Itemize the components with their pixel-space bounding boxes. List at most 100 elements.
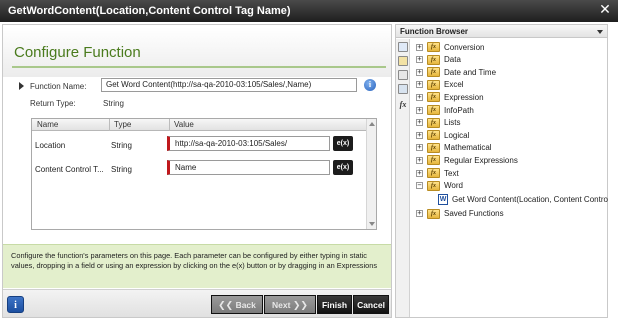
chevron-down-icon[interactable] xyxy=(597,30,603,34)
next-arrow-icon: ❯❯ xyxy=(292,301,308,311)
scroll-down-icon[interactable] xyxy=(369,222,375,226)
tree-item-saved-functions[interactable]: + fx Saved Functions xyxy=(416,208,504,220)
expander-icon[interactable]: + xyxy=(416,169,423,177)
column-header-value[interactable]: Value xyxy=(174,120,194,129)
expander-icon[interactable]: + xyxy=(416,56,423,64)
expander-icon[interactable]: + xyxy=(416,210,423,218)
function-category-icon: fx xyxy=(427,168,440,178)
word-icon: W xyxy=(438,193,448,205)
function-browser-toolbar: fx xyxy=(396,39,410,317)
param-value-location[interactable]: http://sa-qa-2010-03:105/Sales/ xyxy=(167,136,330,151)
return-type-label: Return Type: xyxy=(30,99,76,108)
tree-item-label: Regular Expressions xyxy=(444,155,518,165)
functions-icon[interactable]: fx xyxy=(398,100,408,110)
expander-icon[interactable]: + xyxy=(416,68,423,76)
tree-item-label: Conversion xyxy=(444,42,485,52)
back-button[interactable]: ❮❮ Back xyxy=(211,295,263,314)
cancel-button[interactable]: Cancel xyxy=(353,295,389,314)
return-type-value: String xyxy=(103,99,124,108)
tree-item-label: Date and Time xyxy=(444,67,497,77)
expander-icon[interactable]: + xyxy=(416,156,423,164)
function-category-icon: fx xyxy=(427,54,440,65)
function-category-icon: fx xyxy=(427,42,440,52)
tree-item[interactable]: + fx Regular Expressions xyxy=(416,154,518,166)
param-type-location: String xyxy=(111,141,132,150)
function-browser-title-text: Function Browser xyxy=(400,27,469,36)
expand-arrow-icon[interactable] xyxy=(19,82,24,90)
tree-item-label: Mathematical xyxy=(444,143,492,153)
tree-item[interactable]: + fx Logical xyxy=(416,129,469,141)
tree-item-label: Logical xyxy=(444,130,470,140)
grid-header: Name Type Value xyxy=(32,119,366,131)
next-label: Next xyxy=(272,300,291,310)
column-header-type[interactable]: Type xyxy=(114,120,131,129)
tree-item-word-function[interactable]: W Get Word Content(Location, Content Cont… xyxy=(438,193,608,205)
expander-icon[interactable]: + xyxy=(416,43,423,51)
tree-item-label: Expression xyxy=(444,92,484,102)
items-icon[interactable] xyxy=(398,56,408,66)
column-header-name[interactable]: Name xyxy=(37,120,58,129)
tree-item-label: Lists xyxy=(444,118,461,128)
tree-item[interactable]: + fx Text xyxy=(416,167,459,179)
finish-button[interactable]: Finish xyxy=(317,295,352,314)
function-category-icon: fx xyxy=(427,142,440,153)
tree-item-label: Text xyxy=(444,168,459,178)
tree-item[interactable]: + fx Expression xyxy=(416,91,484,103)
tree-item-label: Data xyxy=(444,55,461,65)
variables-icon[interactable] xyxy=(398,42,408,52)
param-type-tag: String xyxy=(111,165,132,174)
references-icon[interactable] xyxy=(398,70,408,80)
function-category-icon: fx xyxy=(427,67,440,78)
expander-icon[interactable]: + xyxy=(416,144,423,152)
function-category-icon: fx xyxy=(427,180,440,191)
function-category-icon: fx xyxy=(427,208,440,219)
function-category-icon: fx xyxy=(427,117,440,128)
param-name-location: Location xyxy=(35,141,66,150)
param-value-tag[interactable]: Name xyxy=(167,160,330,175)
function-category-icon: fx xyxy=(427,79,440,90)
back-arrow-icon: ❮❮ xyxy=(218,301,234,311)
expander-icon[interactable]: + xyxy=(416,119,423,127)
help-text: Configure the function's parameters on t… xyxy=(3,244,391,288)
grid-scrollbar[interactable] xyxy=(366,119,376,229)
tree-item[interactable]: + fx InfoPath xyxy=(416,104,474,116)
column-divider xyxy=(109,119,110,131)
properties-icon[interactable] xyxy=(398,84,408,94)
tree-item-label: Word xyxy=(444,181,463,191)
function-name-field[interactable]: Get Word Content(http://sa-qa-2010-03:10… xyxy=(101,78,357,92)
tree-item[interactable]: + fx Date and Time xyxy=(416,66,496,78)
tree-item-label: InfoPath xyxy=(444,105,474,115)
function-category-icon: fx xyxy=(427,105,440,115)
expander-icon[interactable]: + xyxy=(416,131,423,139)
expander-icon[interactable]: + xyxy=(416,81,423,89)
expression-button-tag[interactable]: e(x) xyxy=(333,160,353,175)
tree-item[interactable]: + fx Lists xyxy=(416,117,460,129)
param-name-tag: Content Control T... xyxy=(35,165,104,174)
tree-item[interactable]: + fx Excel xyxy=(416,79,464,91)
function-category-icon: fx xyxy=(427,130,440,141)
tree-item[interactable]: + fx Data xyxy=(416,54,461,66)
back-label: Back xyxy=(235,300,256,310)
tree-item[interactable]: + fx Mathematical xyxy=(416,142,492,154)
scroll-up-icon[interactable] xyxy=(369,122,375,126)
expander-icon[interactable]: − xyxy=(416,182,423,190)
page-title: Configure Function xyxy=(14,44,141,61)
tree-item[interactable]: − fx Word xyxy=(416,180,463,192)
expander-icon[interactable]: + xyxy=(416,93,423,101)
parameters-grid: Name Type Value Location String http://s… xyxy=(31,118,377,230)
info-icon[interactable]: i xyxy=(364,79,376,91)
footer-bar: i ❮❮ Back Next ❯❯ Finish Cancel xyxy=(3,289,391,317)
window-titlebar: GetWordContent(Location,Content Control … xyxy=(0,0,618,22)
close-icon[interactable]: ✕ xyxy=(598,3,612,17)
function-category-icon: fx xyxy=(427,155,440,166)
tree-item-label: Get Word Content(Location, Content Contr… xyxy=(452,194,608,204)
expression-button-location[interactable]: e(x) xyxy=(333,136,353,151)
window-title: GetWordContent(Location,Content Control … xyxy=(8,5,291,17)
expander-icon[interactable]: + xyxy=(416,106,423,114)
next-button[interactable]: Next ❯❯ xyxy=(264,295,316,314)
tree-item-label: Saved Functions xyxy=(444,209,504,219)
help-info-icon[interactable]: i xyxy=(7,296,24,313)
function-name-label: Function Name: xyxy=(30,82,87,91)
tree-item[interactable]: + fx Conversion xyxy=(416,41,484,53)
function-browser-title: Function Browser xyxy=(396,25,607,38)
